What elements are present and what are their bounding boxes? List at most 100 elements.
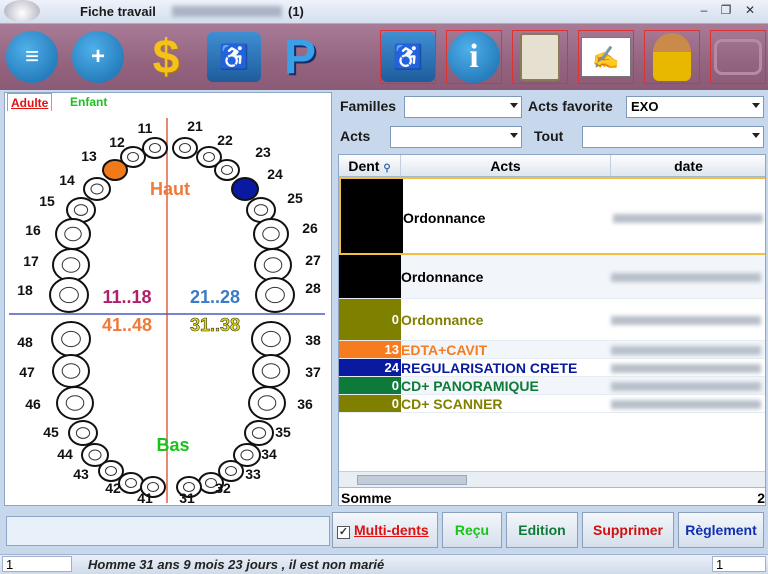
tooth-13 [102,159,128,181]
familles-label: Familles [340,98,397,114]
somme-row: Somme 2 [339,487,765,506]
date-cell-redacted [613,213,763,223]
toolbar: ≡ + $ ♿ P ♿ i ✍ [0,24,768,90]
tooth-27 [254,248,292,282]
dent-cell: 13 [339,341,401,358]
dental-chart[interactable]: 11 12 13 1415 16 17 18 21 22 23 2425 26 27 28 48 47 4645… [5,113,331,505]
dental-chair-button[interactable] [710,30,766,84]
acts-select[interactable] [390,126,522,148]
tooth-label-11: 11 [138,120,153,136]
tooth-46 [56,386,94,420]
tooth-35 [244,420,274,446]
prescription-icon: ✍ [581,37,631,77]
status-page: 1 [2,556,72,572]
parking-button[interactable]: P [272,30,328,84]
horizontal-scrollbar[interactable] [339,471,765,487]
info-button[interactable]: i [446,30,502,84]
clipboard-button[interactable] [512,30,568,84]
tooth-label-47: 47 [19,364,35,380]
doctor-button[interactable] [644,30,700,84]
tooth-label-34: 34 [261,446,277,462]
table-row[interactable]: 0 CD+ SCANNER [339,395,765,413]
waiting-room-icon: ♿ [207,32,261,82]
dent-cell: 24 [339,359,401,376]
chart-label-q2: 21..28 [190,287,240,307]
tooth-11 [142,137,168,159]
close-button[interactable]: ✕ [740,2,760,19]
tout-select[interactable] [582,126,764,148]
tooth-45 [68,420,98,446]
tooth-label-31: 31 [179,490,195,505]
table-row[interactable]: Ordonnance [339,177,765,255]
recu-button[interactable]: Reçu [442,512,502,548]
tab-enfant[interactable]: Enfant [67,93,110,111]
info-icon: i [448,31,500,83]
chart-label-q1: 11..18 [102,287,151,307]
waiting-room-button-2[interactable]: ♿ [380,30,436,84]
acts-grid: Dent ⚲ Acts date Ordonnance Ordonnance 0 Or… [338,154,766,506]
acte-cell: CD+ SCANNER [401,396,503,412]
waiting-room-button[interactable]: ♿ [206,30,262,84]
tooth-label-38: 38 [305,332,321,348]
dent-cell: 0 [339,299,401,340]
patient-card-button[interactable]: ≡ [4,30,60,84]
status-right: 1 [712,556,766,572]
search-icon: ⚲ [383,163,391,174]
tooth-label-32: 32 [215,480,231,496]
supprimer-button[interactable]: Supprimer [582,512,674,548]
tooth-18 [49,277,89,313]
tooth-47 [52,354,90,388]
scrollbar-thumb[interactable] [357,475,467,485]
tooth-label-26: 26 [302,220,318,236]
tooth-label-48: 48 [17,334,33,350]
reglement-button[interactable]: Règlement [678,512,764,548]
table-row[interactable]: 24 REGULARISATION CRETE [339,359,765,377]
column-header-acts[interactable]: Acts [401,155,611,177]
tooth-label-15: 15 [39,193,55,209]
tooth-23 [214,159,240,181]
payment-button[interactable]: $ [138,30,194,84]
table-row[interactable]: Ordonnance [339,255,765,299]
header-date-label: date [674,158,703,174]
table-row[interactable]: 13 EDTA+CAVIT [339,341,765,359]
multi-dents-checkbox[interactable]: ✓ Multi-dents [332,512,438,548]
tooth-label-36: 36 [297,396,313,412]
table-row[interactable]: 0 Ordonnance [339,299,765,341]
tooth-label-35: 35 [275,424,291,440]
tooth-label-41: 41 [137,490,153,505]
tooth-28 [255,277,295,313]
prescription-button[interactable]: ✍ [578,30,634,84]
tooth-label-33: 33 [245,466,261,482]
tooth-36 [248,386,286,420]
restore-button[interactable]: ❐ [716,2,736,19]
add-patient-button[interactable]: + [70,30,126,84]
tooth-label-42: 42 [105,480,121,496]
tooth-17 [52,248,90,282]
table-row[interactable]: 0 CD+ PANORAMIQUE [339,377,765,395]
tooth-label-44: 44 [57,446,73,462]
dent-cell [339,255,401,298]
familles-select[interactable] [404,96,522,118]
note-input[interactable] [6,516,330,546]
parking-icon: P [283,30,316,84]
somme-label: Somme [341,490,392,506]
add-patient-icon: + [72,31,124,83]
status-patient-info: Homme 31 ans 9 mois 23 jours , il est no… [88,557,385,572]
tab-adulte[interactable]: Adulte [7,93,53,111]
actes-favorite-label: Acts favorite [528,98,613,114]
column-header-dent[interactable]: Dent ⚲ [339,155,401,177]
tooth-37 [252,354,290,388]
edition-button[interactable]: Edition [506,512,578,548]
patient-name-redacted [172,6,282,17]
clipboard-icon [520,33,560,81]
dent-cell: 0 [339,377,401,394]
actes-favorite-select[interactable]: EXO [626,96,764,118]
tooth-label-17: 17 [23,253,39,269]
acte-cell: Ordonnance [401,269,484,285]
minimize-button[interactable]: – [694,2,714,19]
chart-label-q4: 41..48 [102,315,152,335]
chevron-down-icon [510,133,518,138]
column-header-date[interactable]: date [611,155,765,177]
dent-cell [341,179,403,253]
header-acts-label: Acts [490,158,521,174]
